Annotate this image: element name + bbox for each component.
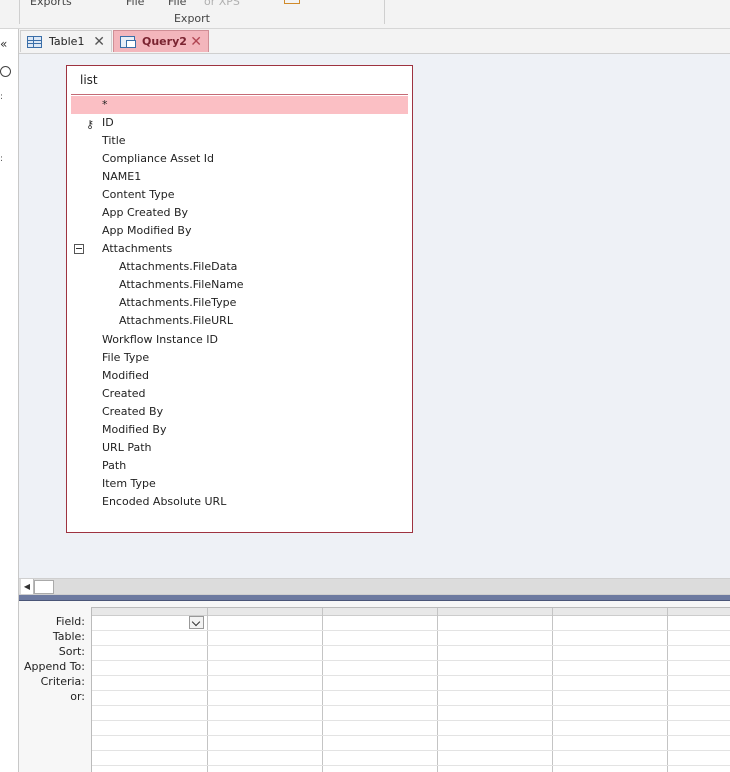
field-label: Modified (102, 369, 149, 382)
field-item[interactable]: Workflow Instance ID (71, 331, 408, 349)
field-item[interactable]: Item Type (71, 475, 408, 493)
query-grid-pane: Field: Table: Sort: Append To: Criteria: or: (19, 601, 730, 772)
tab-table1[interactable]: Table1 ✕ (20, 30, 112, 52)
field-dropdown-button[interactable] (189, 616, 204, 629)
field-item[interactable]: ⚷ ID (71, 114, 408, 132)
tab-label: Table1 (49, 35, 85, 48)
field-label: Workflow Instance ID (102, 333, 219, 346)
grid-row-label: Table: (52, 630, 85, 643)
grid-row-divider (92, 735, 730, 736)
field-label: Path (102, 459, 127, 472)
grid-row-label: Field: (55, 615, 85, 628)
scroll-thumb[interactable] (34, 580, 54, 594)
field-item[interactable]: File Type (71, 349, 408, 367)
field-label: Modified By (102, 423, 167, 436)
close-icon[interactable]: ✕ (190, 35, 202, 49)
field-item[interactable]: Path (71, 457, 408, 475)
field-item[interactable]: Attachments.FileURL (71, 312, 408, 330)
field-label: Compliance Asset Id (102, 152, 215, 165)
table-icon (27, 35, 42, 48)
grid-column-selectors[interactable] (92, 608, 730, 616)
more-export-icon[interactable] (284, 0, 300, 4)
grid-row-label: Append To: (24, 660, 85, 673)
field-item[interactable]: Modified (71, 367, 408, 385)
field-item[interactable]: Title (71, 132, 408, 150)
grid-row-divider (92, 720, 730, 721)
field-label: ID (102, 116, 114, 129)
tab-label: Query2 (142, 35, 187, 48)
grid-row-divider (92, 645, 730, 646)
scroll-left-icon[interactable]: ◀ (21, 579, 34, 594)
field-item[interactable]: Created (71, 385, 408, 403)
field-item[interactable]: Modified By (71, 421, 408, 439)
grid-row-labels: Field: Table: Sort: Append To: Criteria: or: (19, 614, 85, 704)
nav-marker: : (0, 154, 4, 164)
horizontal-scrollbar[interactable]: ◀ (19, 578, 730, 595)
search-icon[interactable] (0, 66, 11, 77)
field-label: URL Path (102, 441, 152, 454)
grid-row-divider (92, 630, 730, 631)
field-label: App Modified By (102, 224, 192, 237)
field-label: Content Type (102, 188, 175, 201)
tab-query2[interactable]: Query2 ✕ (113, 30, 209, 52)
field-label: Encoded Absolute URL (102, 495, 227, 508)
field-item[interactable]: Attachments.FileName (71, 276, 408, 294)
collapse-icon[interactable] (74, 244, 84, 254)
grid-row-divider (92, 705, 730, 706)
field-label: Attachments (102, 242, 173, 255)
query-design-area[interactable]: list * ⚷ ID Title Compliance Asset Id NAME1 Co… (19, 53, 730, 579)
ribbon-item-pdf-xps[interactable]: or XPS (204, 0, 240, 8)
field-item[interactable]: Content Type (71, 186, 408, 204)
field-item[interactable]: Compliance Asset Id (71, 150, 408, 168)
navigation-pane: « : : (0, 29, 19, 772)
field-label: Attachments.FileURL (119, 314, 233, 327)
collapse-nav-icon[interactable]: « (0, 37, 7, 51)
document-tabs: Table1 ✕ Query2 ✕ (19, 29, 730, 53)
field-label: File Type (102, 351, 150, 364)
field-item[interactable]: Attachments (71, 240, 408, 258)
field-item[interactable]: Created By (71, 403, 408, 421)
field-item[interactable]: * (71, 96, 408, 114)
field-label: Attachments.FileName (119, 278, 244, 291)
grid-row-label: Sort: (58, 645, 85, 658)
field-label: NAME1 (102, 170, 142, 183)
title-divider (71, 94, 408, 95)
close-icon[interactable]: ✕ (93, 35, 105, 49)
grid-row-divider (92, 660, 730, 661)
field-item[interactable]: Attachments.FileType (71, 294, 408, 312)
field-label: Item Type (102, 477, 156, 490)
ribbon-separator (384, 0, 385, 24)
field-label: Created By (102, 405, 164, 418)
table-title: list (80, 73, 98, 87)
field-label: Created (102, 387, 146, 400)
field-item[interactable]: App Created By (71, 204, 408, 222)
field-item[interactable]: NAME1 (71, 168, 408, 186)
grid-row-divider (92, 675, 730, 676)
grid-row-divider (92, 765, 730, 766)
field-item[interactable]: Attachments.FileData (71, 258, 408, 276)
field-label: App Created By (102, 206, 189, 219)
grid-row-label: Criteria: (40, 675, 85, 688)
nav-marker: : (0, 92, 4, 102)
grid-row-divider (92, 750, 730, 751)
ribbon: Exports File File or XPS Export (0, 0, 730, 29)
ribbon-item-file-2[interactable]: File (168, 0, 186, 8)
field-item[interactable]: URL Path (71, 439, 408, 457)
field-item[interactable]: App Modified By (71, 222, 408, 240)
ribbon-item-file-1[interactable]: File (126, 0, 144, 8)
field-label: * (102, 98, 108, 111)
table-field-list[interactable]: list * ⚷ ID Title Compliance Asset Id NAME1 Co… (66, 65, 413, 533)
grid-row-label: or: (70, 690, 85, 703)
field-item[interactable]: Encoded Absolute URL (71, 493, 408, 511)
grid-row-divider (92, 690, 730, 691)
field-label: Attachments.FileType (119, 296, 237, 309)
query-icon (120, 35, 136, 48)
field-label: Title (102, 134, 126, 147)
field-label: Attachments.FileData (119, 260, 238, 273)
query-grid[interactable] (91, 607, 730, 772)
ribbon-item-exports[interactable]: Exports (30, 0, 72, 8)
ribbon-group-label: Export (173, 12, 210, 25)
